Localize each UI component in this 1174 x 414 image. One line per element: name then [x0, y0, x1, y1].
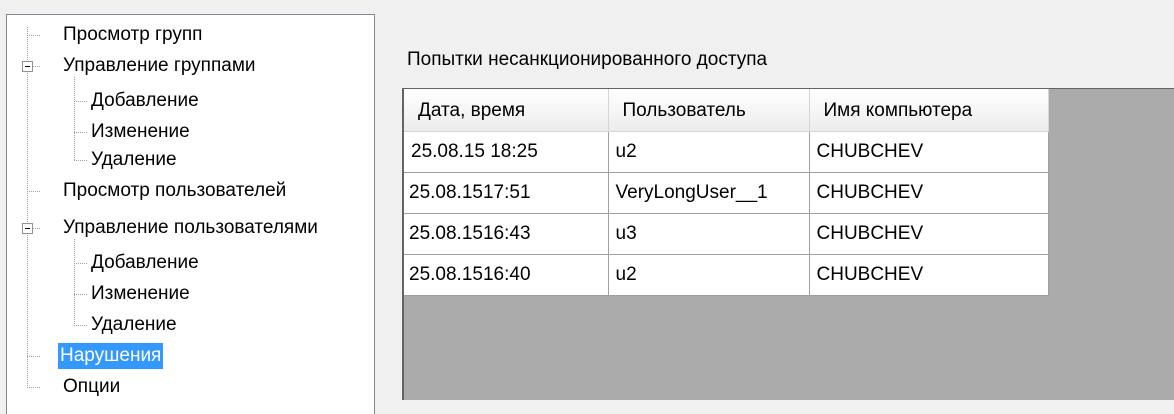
collapse-icon[interactable]: [22, 61, 33, 72]
tree-item-user-edit[interactable]: Изменение: [89, 281, 192, 307]
table-row[interactable]: 25.08.1517:51 VeryLongUser__1 CHUBCHEV: [404, 172, 1049, 214]
collapse-icon[interactable]: [22, 223, 33, 234]
table-row[interactable]: 25.08.1516:40 u2 CHUBCHEV: [404, 254, 1049, 296]
table-row[interactable]: 25.08.1516:43 u3 CHUBCHEV: [404, 213, 1049, 255]
cell-datetime[interactable]: 25.08.15 18:25: [404, 131, 609, 173]
panel-title: Попытки несанкционированного доступа: [407, 49, 768, 70]
cell-datetime[interactable]: 25.08.1517:51: [404, 172, 609, 214]
column-header-user[interactable]: Пользователь: [608, 89, 810, 132]
tree-item-violations[interactable]: Нарушения: [58, 343, 164, 369]
tree-item-manage-groups[interactable]: Управление группами: [61, 53, 258, 79]
column-header-computer[interactable]: Имя компьютера: [809, 89, 1049, 132]
tree-item-group-edit[interactable]: Изменение: [89, 119, 192, 145]
cell-datetime[interactable]: 25.08.1516:40: [404, 254, 609, 296]
tree-item-group-delete[interactable]: Удаление: [89, 147, 179, 173]
tree-item-view-users[interactable]: Просмотр пользователей: [61, 178, 288, 204]
cell-user[interactable]: u3: [608, 213, 810, 255]
access-attempts-grid[interactable]: Дата, время Пользователь Имя компьютера …: [402, 88, 1174, 400]
cell-computer[interactable]: CHUBCHEV: [809, 131, 1049, 173]
cell-computer[interactable]: CHUBCHEV: [809, 254, 1049, 296]
tree-item-user-delete[interactable]: Удаление: [89, 312, 179, 338]
access-attempts-table: Дата, время Пользователь Имя компьютера …: [404, 89, 1049, 296]
tree-item-view-groups[interactable]: Просмотр групп: [61, 22, 204, 48]
cell-user[interactable]: u2: [608, 131, 810, 173]
cell-user[interactable]: u2: [608, 254, 810, 296]
cell-computer[interactable]: CHUBCHEV: [809, 172, 1049, 214]
table-header-row: Дата, время Пользователь Имя компьютера: [404, 89, 1049, 132]
tree-item-manage-users[interactable]: Управление пользователями: [61, 215, 320, 241]
cell-datetime[interactable]: 25.08.1516:43: [404, 213, 609, 255]
tree-item-user-add[interactable]: Добавление: [89, 250, 201, 276]
cell-computer[interactable]: CHUBCHEV: [809, 213, 1049, 255]
tree-item-group-add[interactable]: Добавление: [89, 88, 201, 114]
cell-user[interactable]: VeryLongUser__1: [608, 172, 810, 214]
column-header-datetime[interactable]: Дата, время: [404, 89, 609, 132]
navigation-tree[interactable]: Просмотр групп Управление группами Добав…: [6, 14, 375, 414]
table-row[interactable]: 25.08.15 18:25 u2 CHUBCHEV: [404, 131, 1049, 173]
tree-item-options[interactable]: Опции: [61, 374, 122, 400]
